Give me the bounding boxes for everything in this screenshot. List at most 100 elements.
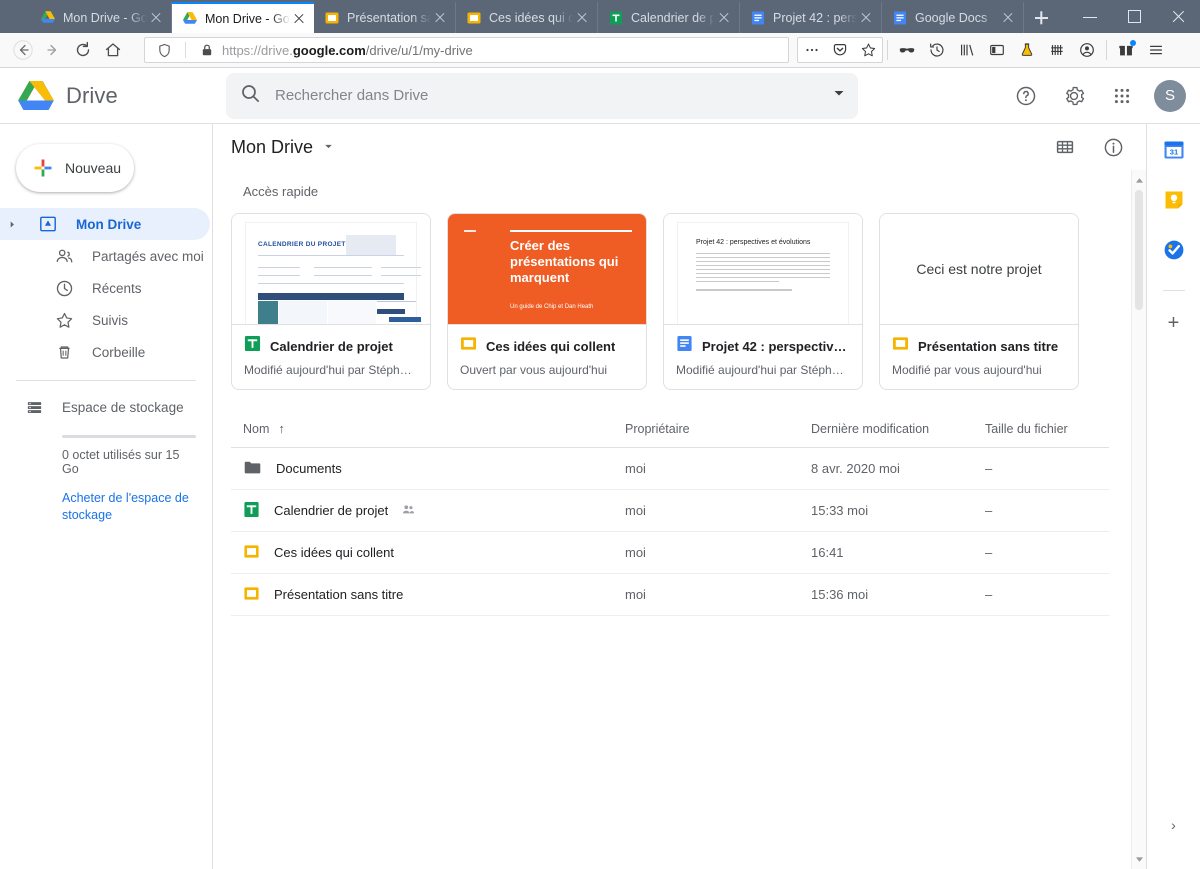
notification-dot: [1130, 40, 1136, 46]
gift-icon[interactable]: [1111, 35, 1141, 65]
table-row[interactable]: Ces idées qui collent moi 16:41 –: [231, 532, 1109, 574]
browser-tab[interactable]: Mon Drive - Google Drive: [30, 2, 172, 33]
drive-outline-icon: [38, 214, 58, 234]
star-icon: [54, 310, 74, 330]
maximize-button[interactable]: [1112, 0, 1156, 33]
docs-icon: [750, 10, 766, 26]
quick-access-card[interactable]: Ceci est notre projet Présentation sans …: [879, 213, 1079, 390]
library-icon[interactable]: [952, 35, 982, 65]
close-icon[interactable]: [573, 9, 591, 27]
browser-tab[interactable]: Projet 42 : perspectives: [740, 2, 882, 33]
sidebar-item-starred[interactable]: Suivis: [0, 304, 210, 336]
reader-view-icon[interactable]: [982, 35, 1012, 65]
close-window-button[interactable]: [1156, 0, 1200, 33]
column-header-modified[interactable]: Dernière modification: [811, 422, 985, 436]
card-thumbnail-spreadsheet: CALENDRIER DU PROJET: [232, 214, 430, 325]
more-icon[interactable]: [798, 38, 826, 62]
google-calendar-icon[interactable]: 31: [1162, 138, 1186, 162]
quick-access-card[interactable]: Créer des présentations qui marquent Un …: [447, 213, 647, 390]
pocket-icon[interactable]: [826, 38, 854, 62]
sidebar-item-shared-with-me[interactable]: Partagés avec moi: [0, 240, 210, 272]
apps-grid-icon[interactable]: [1100, 74, 1144, 118]
sidebar-item-trash[interactable]: Corbeille: [0, 336, 210, 368]
drive-brand[interactable]: Drive: [16, 79, 212, 113]
chevron-right-icon[interactable]: [8, 220, 20, 229]
settings-gear-icon[interactable]: [1052, 74, 1096, 118]
search-bar[interactable]: [226, 72, 858, 119]
buy-storage-link[interactable]: Acheter de l'espace de stockage: [62, 490, 192, 524]
window-controls: [1068, 0, 1200, 33]
file-modified: 15:36 moi: [811, 587, 869, 602]
google-keep-icon[interactable]: [1162, 188, 1186, 212]
close-icon[interactable]: [147, 9, 165, 27]
table-row[interactable]: Calendrier de projet moi 15:33 moi –: [231, 490, 1109, 532]
close-icon[interactable]: [290, 10, 308, 28]
avatar[interactable]: S: [1154, 79, 1186, 112]
slides-icon: [466, 10, 482, 26]
quick-access-card[interactable]: Projet 42 : perspectives et évolutions P…: [663, 213, 863, 390]
new-tab-button[interactable]: [1024, 2, 1058, 33]
sidebar-item-storage[interactable]: Espace de stockage: [0, 391, 212, 423]
forward-arrow-icon[interactable]: [38, 35, 68, 65]
browser-tab[interactable]: Présentation sans titre: [314, 2, 456, 33]
view-controls: [1046, 128, 1132, 166]
close-icon[interactable]: [999, 9, 1017, 27]
browser-tab[interactable]: Google Docs: [882, 2, 1024, 33]
sidebar-item-recent[interactable]: Récents: [0, 272, 210, 304]
column-header-name[interactable]: Nom ↑: [243, 421, 625, 436]
browser-tab[interactable]: Ces idées qui collent: [456, 2, 598, 33]
thumbnail-body-text: [696, 253, 830, 283]
file-size: –: [985, 461, 993, 476]
close-icon[interactable]: [857, 9, 875, 27]
google-tasks-icon[interactable]: [1162, 238, 1186, 262]
url-text: https://drive.google.com/drive/u/1/my-dr…: [222, 43, 473, 58]
bookmark-star-icon[interactable]: [854, 38, 882, 62]
column-header-owner[interactable]: Propriétaire: [625, 422, 811, 436]
help-icon[interactable]: [1004, 74, 1048, 118]
sidebar-item-label: Mon Drive: [76, 216, 142, 232]
containers-icon[interactable]: [1042, 35, 1072, 65]
menu-icon[interactable]: [1141, 35, 1171, 65]
grid-view-icon[interactable]: [1046, 128, 1084, 166]
history-icon[interactable]: [922, 35, 952, 65]
back-arrow-icon[interactable]: [8, 35, 38, 65]
scrollbar-thumb[interactable]: [1135, 190, 1143, 310]
search-input[interactable]: [275, 87, 828, 104]
url-bar[interactable]: https://drive.google.com/drive/u/1/my-dr…: [144, 37, 789, 63]
add-panel-button[interactable]: +: [1168, 313, 1180, 333]
file-owner: moi: [625, 587, 646, 602]
card-subtitle: Modifié aujourd'hui par Stéphane R…: [244, 363, 418, 377]
close-icon[interactable]: [715, 9, 733, 27]
beaker-icon[interactable]: [1012, 35, 1042, 65]
breadcrumb-chevron-down-icon[interactable]: [323, 141, 334, 154]
column-header-size[interactable]: Taille du fichier: [985, 422, 1109, 436]
scroll-up-arrow-icon[interactable]: [1132, 172, 1146, 188]
scroll-down-arrow-icon[interactable]: [1132, 851, 1146, 867]
private-mask-icon[interactable]: [892, 35, 922, 65]
expand-panel-chevron-right-icon[interactable]: ›: [1171, 817, 1176, 833]
table-row[interactable]: Présentation sans titre moi 15:36 moi –: [231, 574, 1109, 616]
lock-icon[interactable]: [192, 35, 222, 65]
reload-icon[interactable]: [68, 35, 98, 65]
thumbnail-title: Créer des présentations qui marquent: [510, 238, 619, 285]
docs-icon: [676, 335, 693, 357]
sidebar-item-my-drive[interactable]: Mon Drive: [0, 208, 210, 240]
account-icon[interactable]: [1072, 35, 1102, 65]
new-button[interactable]: Nouveau: [16, 144, 134, 192]
card-thumbnail-document: Projet 42 : perspectives et évolutions: [664, 214, 862, 325]
home-icon[interactable]: [98, 35, 128, 65]
browser-tab-active[interactable]: Mon Drive - Google Drive: [172, 2, 314, 33]
minimize-button[interactable]: [1068, 0, 1112, 33]
details-info-icon[interactable]: [1094, 128, 1132, 166]
browser-tab[interactable]: Calendrier de projet: [598, 2, 740, 33]
breadcrumb[interactable]: Mon Drive: [231, 137, 313, 158]
shield-icon[interactable]: [149, 35, 179, 65]
search-options-chevron-down-icon[interactable]: [828, 82, 850, 109]
sidebar-item-label: Suivis: [92, 312, 129, 328]
close-icon[interactable]: [431, 9, 449, 27]
file-owner: moi: [625, 461, 646, 476]
table-row[interactable]: Documents moi 8 avr. 2020 moi –: [231, 448, 1109, 490]
sheets-icon: [608, 10, 624, 26]
vertical-scrollbar[interactable]: [1131, 170, 1146, 869]
quick-access-card[interactable]: CALENDRIER DU PROJET Calendrier de proje…: [231, 213, 431, 390]
